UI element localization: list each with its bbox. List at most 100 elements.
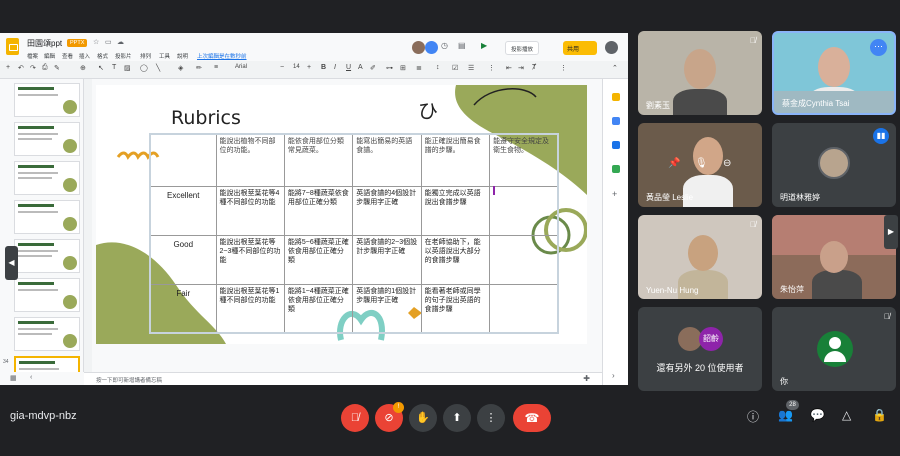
font-family-select[interactable]: Arial	[235, 64, 247, 70]
zoom-icon[interactable]: ⊕	[80, 64, 86, 72]
slide-thumbnail[interactable]	[14, 200, 80, 234]
history-icon[interactable]: ◷	[441, 41, 448, 50]
new-slide-icon[interactable]: +	[6, 64, 10, 71]
outdent-icon[interactable]: ⇥	[518, 64, 524, 72]
rubric-table[interactable]: 能說出植物不同部位的功能。 能依食用部位分類常見蔬菜。 能寫出簡易的英語食譜。 …	[149, 133, 559, 334]
remove-icon[interactable]: ⊖	[723, 158, 731, 169]
table-cell[interactable]	[489, 185, 559, 236]
meeting-info-icon[interactable]: ⓘ	[747, 408, 759, 425]
table-cell[interactable]: 能將7~8種蔬菜依食用部位正確分類	[283, 185, 354, 236]
speaker-notes[interactable]: 按一下即可新增講者備忘稿 ✚	[84, 372, 602, 385]
grid-view-icon[interactable]: ▦	[10, 374, 17, 382]
participant-tile[interactable]: ▮▮ 明道林雅婷	[772, 123, 896, 207]
table-cell[interactable]: 能遵守安全規定及衛生食物。	[489, 133, 559, 187]
expand-panel-icon[interactable]: ›	[612, 371, 615, 380]
folder-move-icon[interactable]: ▭	[105, 38, 112, 46]
collaborator-avatar[interactable]	[425, 41, 438, 54]
participant-tile-speaking[interactable]: ⋯ 蔡金成Cynthia Tsai	[772, 31, 896, 115]
font-size-field[interactable]: 14	[293, 64, 300, 70]
slide-thumbnail[interactable]	[14, 122, 80, 156]
menu-help[interactable]: 說明	[177, 52, 188, 60]
account-avatar[interactable]	[605, 41, 618, 54]
slide-thumbnail-selected[interactable]	[14, 356, 80, 372]
participant-tile[interactable]: 🎙̸ 朱怡萍	[772, 215, 896, 299]
mic-toggle-button[interactable]: 🎙̸	[341, 404, 369, 432]
slide[interactable]: Rubrics ひ 能說出植物不同部位的功能。 能依食用部位分類常見蔬菜。 能寫…	[96, 85, 587, 344]
host-controls-icon[interactable]: 🔒	[872, 408, 887, 422]
slide-thumbnail[interactable]	[14, 317, 80, 351]
end-call-button[interactable]: ☎	[513, 404, 551, 432]
indent-icon[interactable]: ⇤	[506, 64, 512, 72]
slides-logo-icon[interactable]	[6, 38, 19, 55]
more-options-icon[interactable]: ⋯	[870, 39, 887, 56]
link-icon[interactable]: ⊶	[386, 64, 393, 72]
collaborator-avatar[interactable]	[412, 41, 425, 54]
next-page-arrow-icon[interactable]: ▶	[884, 215, 898, 249]
table-cell[interactable]: 能寫出簡易的英語食譜。	[352, 133, 422, 187]
slide-thumbnail[interactable]	[14, 161, 80, 195]
maps-icon[interactable]	[612, 165, 620, 173]
shape-icon[interactable]: ◯	[140, 64, 148, 72]
checklist-icon[interactable]: ☑	[452, 64, 458, 72]
textbox-icon[interactable]: T	[112, 64, 116, 71]
doc-title[interactable]: 田園頌ppt	[27, 38, 62, 49]
table-cell[interactable]: 能依食用部位分類常見蔬菜。	[283, 133, 354, 187]
slide-thumbnail[interactable]	[14, 239, 80, 273]
slide-thumbnail[interactable]	[14, 83, 80, 117]
more-options-button[interactable]: ⋮	[477, 404, 505, 432]
table-cell[interactable]	[149, 133, 217, 187]
add-addon-icon[interactable]: +	[612, 189, 617, 199]
meet-present-icon[interactable]: ▶	[481, 41, 487, 50]
align-icon[interactable]: ≣	[416, 64, 422, 72]
menu-format[interactable]: 格式	[97, 52, 108, 60]
table-cell[interactable]: 英語食譜的2~3個設計步驟用字正確	[352, 234, 422, 285]
print-icon[interactable]: ⎙	[42, 64, 48, 72]
collapse-toolbar-icon[interactable]: ⌃	[612, 64, 618, 72]
underline-icon[interactable]: U	[346, 64, 351, 71]
share-button[interactable]: 共用	[563, 41, 597, 55]
menu-insert[interactable]: 插入	[79, 52, 90, 60]
table-cell[interactable]	[489, 283, 559, 334]
table-cell[interactable]: 能說出根莖葉花等1種不同部位的功能	[215, 283, 285, 334]
level-label[interactable]: Excellent	[149, 185, 217, 236]
fill-color-icon[interactable]: ◈	[178, 64, 183, 72]
menu-tools[interactable]: 工具	[159, 52, 170, 60]
menu-view[interactable]: 查看	[62, 52, 73, 60]
slide-thumbnail[interactable]	[14, 278, 80, 312]
collapse-filmstrip-icon[interactable]: ‹	[30, 374, 32, 381]
contacts-icon[interactable]	[612, 141, 620, 149]
more-tools-icon[interactable]: ⋮	[560, 64, 567, 72]
paint-format-icon[interactable]: ✎	[54, 64, 60, 72]
tasks-icon[interactable]	[612, 117, 620, 125]
table-cell[interactable]: 能將1~4種蔬菜正確依食用部位正確分類	[283, 283, 354, 334]
table-cell[interactable]: 能正確說出簡易食譜的步驟。	[420, 133, 491, 187]
participant-tile[interactable]: 🎙̸ Yuen-Nu Hung	[638, 215, 762, 299]
line-spacing-icon[interactable]: ↕	[436, 64, 440, 71]
table-cell[interactable]	[489, 234, 559, 285]
explore-icon[interactable]: ✚	[583, 374, 590, 383]
image-icon[interactable]: ▨	[124, 64, 131, 72]
comment-add-icon[interactable]: ⊞	[400, 64, 406, 72]
menu-edit[interactable]: 編輯	[44, 52, 55, 60]
participant-tile[interactable]: 🎙̸ 劉素玉	[638, 31, 762, 115]
table-cell[interactable]: 能說出根莖葉花等4種不同部位的功能	[215, 185, 285, 236]
numbered-list-icon[interactable]: ⋮	[488, 64, 495, 72]
slideshow-button[interactable]: 投影播放	[505, 41, 540, 55]
people-icon[interactable]: 👥	[778, 408, 793, 422]
undo-icon[interactable]: ↶	[18, 64, 24, 72]
level-label[interactable]: Fair	[149, 283, 217, 334]
table-cell[interactable]: 在老師協助下，能以英語說出大部分的食譜步驟	[420, 234, 491, 285]
menu-arrange[interactable]: 排列	[140, 52, 151, 60]
bold-icon[interactable]: B	[321, 64, 326, 71]
raise-hand-button[interactable]: ✋	[409, 404, 437, 432]
star-icon[interactable]: ☆	[93, 38, 99, 46]
mic-icon[interactable]: 🎙	[695, 158, 708, 169]
present-screen-button[interactable]: ⬆	[443, 404, 471, 432]
table-cell[interactable]: 英語食譜的4個設計步驟用字正確	[352, 185, 422, 236]
level-label[interactable]: Good	[149, 234, 217, 285]
activities-icon[interactable]: △	[842, 408, 851, 422]
redo-icon[interactable]: ↷	[30, 64, 36, 72]
chat-icon[interactable]: 💬	[810, 408, 825, 422]
font-size-decrease[interactable]: −	[280, 64, 284, 71]
border-weight-icon[interactable]: ≡	[214, 64, 218, 71]
